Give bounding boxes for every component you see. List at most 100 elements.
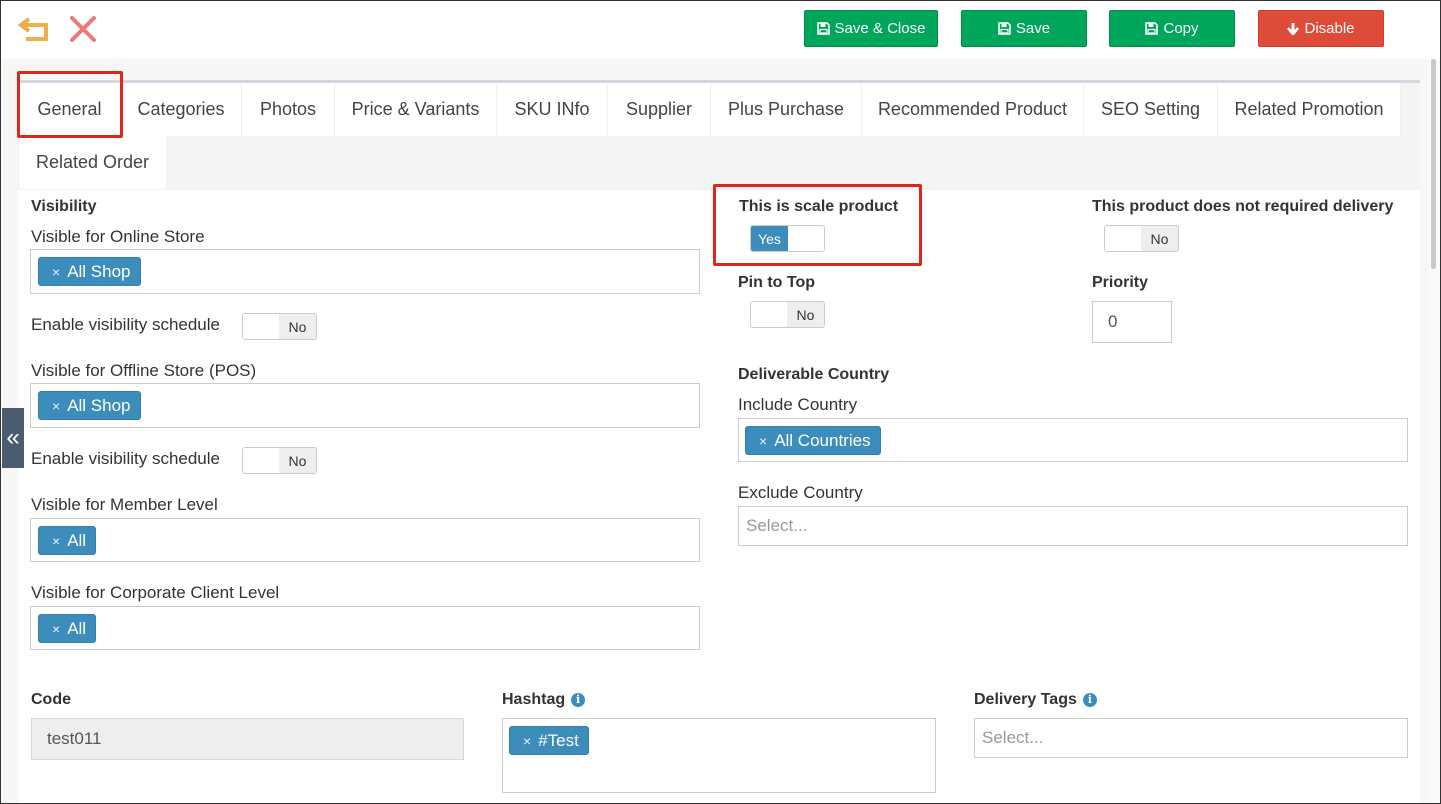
- tag-label: All: [67, 530, 87, 550]
- tab-sku-info[interactable]: SKU INfo: [497, 83, 608, 136]
- delivery-tags-label-row: Delivery Tags i: [974, 691, 1097, 709]
- tag-chip: × All Countries: [745, 426, 881, 455]
- offline-store-label: Visible for Offline Store (POS): [31, 361, 257, 380]
- info-icon[interactable]: i: [1082, 693, 1097, 707]
- top-toolbar: Save & Close Save Copy Disable: [2, 2, 1440, 59]
- tag-chip: × All Shop: [38, 391, 141, 420]
- copy-button[interactable]: Copy: [1109, 10, 1235, 47]
- toggle-off-label: No: [279, 448, 316, 473]
- scrollbar-thumb[interactable]: [1431, 59, 1436, 269]
- online-store-label: Visible for Online Store: [31, 227, 205, 246]
- scale-product-toggle[interactable]: Yes: [750, 225, 825, 252]
- tab-seo-setting[interactable]: SEO Setting: [1084, 83, 1218, 136]
- delivery-tags-label: Delivery Tags: [974, 691, 1077, 708]
- floppy-icon: [998, 22, 1011, 35]
- pin-to-top-label: Pin to Top: [738, 274, 816, 291]
- no-delivery-toggle[interactable]: No: [1104, 225, 1179, 252]
- sidebar-expand-button[interactable]: «: [2, 408, 24, 468]
- tab-recommended-product[interactable]: Recommended Product: [862, 83, 1084, 136]
- double-chevron-left-icon: «: [6, 424, 20, 451]
- code-value: test011: [47, 729, 102, 748]
- info-icon[interactable]: i: [571, 693, 586, 707]
- select-placeholder: Select...: [982, 728, 1044, 747]
- include-country-label: Include Country: [738, 395, 858, 414]
- corporate-level-label: Visible for Corporate Client Level: [31, 583, 280, 602]
- hashtag-label-row: Hashtag i: [502, 691, 586, 709]
- tab-label: Supplier: [625, 99, 693, 119]
- tag-label: All Shop: [67, 261, 131, 281]
- remove-tag-icon[interactable]: ×: [52, 533, 60, 549]
- remove-tag-icon[interactable]: ×: [52, 621, 60, 637]
- code-input: test011: [31, 718, 464, 760]
- remove-tag-icon[interactable]: ×: [523, 733, 531, 749]
- deliverable-country-header: Deliverable Country: [738, 366, 890, 383]
- online-store-select[interactable]: × All Shop: [30, 249, 700, 294]
- no-delivery-label: This product does not required delivery: [1092, 198, 1394, 215]
- tab-label: Price & Variants: [351, 99, 480, 119]
- remove-tag-icon[interactable]: ×: [759, 433, 767, 449]
- floppy-icon: [1145, 22, 1159, 35]
- page-frame: Save & Close Save Copy Disable General C…: [0, 0, 1441, 804]
- tab-label: Categories: [137, 99, 225, 119]
- copy-label: Copy: [1163, 20, 1199, 37]
- remove-tag-icon[interactable]: ×: [52, 264, 60, 280]
- code-label: Code: [31, 691, 71, 708]
- tag-chip: × #Test: [509, 726, 589, 755]
- tag-label: All Shop: [67, 395, 131, 415]
- tab-label: SEO Setting: [1100, 99, 1201, 119]
- close-icon[interactable]: [69, 15, 97, 43]
- online-schedule-toggle[interactable]: No: [242, 313, 317, 340]
- toggle-off-label: No: [1141, 226, 1178, 251]
- hashtag-select[interactable]: × #Test: [502, 718, 936, 793]
- include-country-select[interactable]: × All Countries: [738, 418, 1408, 462]
- tab-photos[interactable]: Photos: [242, 83, 335, 136]
- toggle-off-label: No: [787, 302, 824, 327]
- tag-chip: × All Shop: [38, 257, 141, 286]
- offline-schedule-toggle[interactable]: No: [242, 447, 317, 474]
- tag-label: All Countries: [774, 430, 871, 450]
- exclude-country-label: Exclude Country: [738, 483, 863, 502]
- save-label: Save: [1015, 20, 1051, 37]
- member-level-select[interactable]: × All: [30, 518, 700, 562]
- tab-label: Recommended Product: [877, 99, 1068, 119]
- tab-label: SKU INfo: [514, 99, 590, 119]
- priority-input[interactable]: 0: [1092, 301, 1172, 343]
- tab-categories[interactable]: Categories: [121, 83, 242, 136]
- disable-button[interactable]: Disable: [1258, 10, 1384, 47]
- visibility-header: Visibility: [31, 198, 97, 215]
- tag-chip: × All: [38, 526, 97, 555]
- tab-general[interactable]: General: [18, 83, 121, 136]
- tab-related-promotion[interactable]: Related Promotion: [1218, 83, 1401, 136]
- remove-tag-icon[interactable]: ×: [52, 398, 60, 414]
- hashtag-label: Hashtag: [502, 691, 566, 708]
- tag-label: #Test: [538, 730, 579, 750]
- select-placeholder: Select...: [746, 516, 808, 535]
- pin-to-top-toggle[interactable]: No: [750, 301, 825, 328]
- vertical-scrollbar[interactable]: [1429, 59, 1440, 803]
- disable-label: Disable: [1304, 20, 1355, 37]
- corporate-level-select[interactable]: × All: [30, 606, 700, 650]
- tab-label: Photos: [259, 99, 317, 119]
- arrow-down-icon: [1287, 22, 1300, 35]
- save-close-button[interactable]: Save & Close: [804, 10, 938, 47]
- delivery-tags-select[interactable]: Select...: [974, 718, 1408, 758]
- offline-schedule-label: Enable visibility schedule: [31, 449, 220, 468]
- tab-supplier[interactable]: Supplier: [608, 83, 711, 136]
- tab-plus-purchase[interactable]: Plus Purchase: [711, 83, 862, 136]
- tab-related-order[interactable]: Related Order: [18, 136, 167, 189]
- save-button[interactable]: Save: [961, 10, 1087, 47]
- floppy-icon: [816, 22, 830, 35]
- scale-product-label: This is scale product: [739, 198, 899, 215]
- priority-label: Priority: [1092, 274, 1149, 291]
- member-level-label: Visible for Member Level: [31, 495, 218, 514]
- back-icon[interactable]: [17, 15, 52, 43]
- tag-chip: × All: [38, 614, 97, 643]
- exclude-country-select[interactable]: Select...: [738, 506, 1408, 546]
- tab-label: Plus Purchase: [727, 99, 845, 119]
- tab-label: General: [37, 99, 102, 119]
- offline-store-select[interactable]: × All Shop: [30, 383, 700, 428]
- online-schedule-label: Enable visibility schedule: [31, 315, 220, 334]
- tab-label: Related Promotion: [1234, 99, 1384, 119]
- toggle-on-label: Yes: [751, 226, 788, 251]
- tab-price-variants[interactable]: Price & Variants: [335, 83, 497, 136]
